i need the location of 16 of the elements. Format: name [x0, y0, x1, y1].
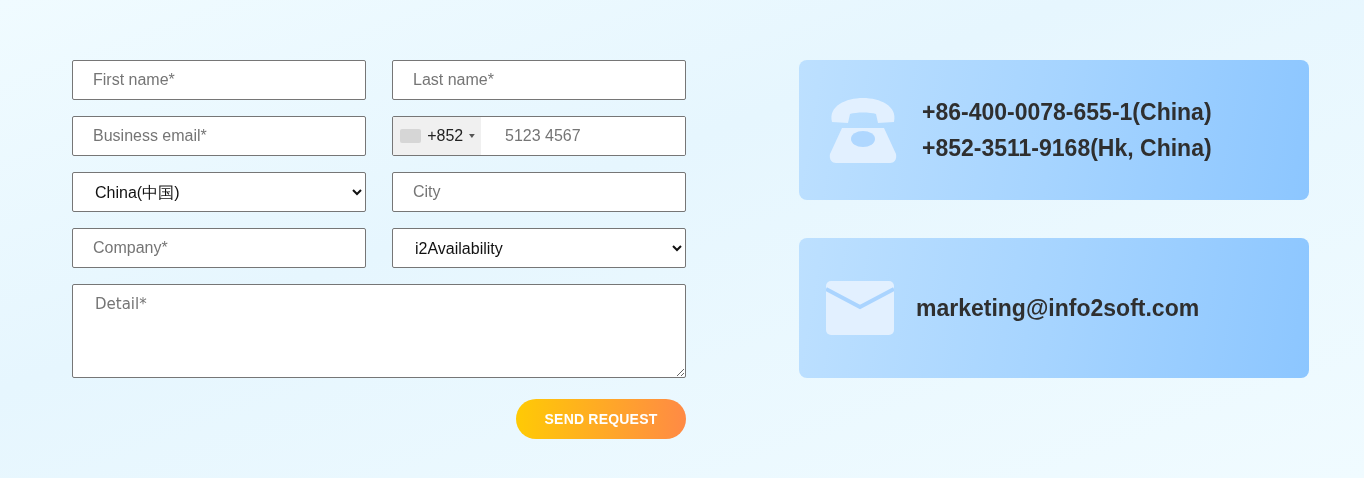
- envelope-icon: [826, 281, 894, 335]
- text-field[interactable]: Last name*: [392, 60, 686, 100]
- country-code-select[interactable]: +852: [393, 117, 481, 155]
- text-field[interactable]: Business email*: [72, 116, 366, 156]
- flag-icon: [400, 129, 422, 143]
- dropdown-field[interactable]: China(中国): [72, 172, 366, 212]
- text-field[interactable]: City: [392, 172, 686, 212]
- text-field[interactable]: Company*: [72, 228, 366, 268]
- detail-field[interactable]: Detail*: [72, 284, 686, 378]
- email-address: marketing@info2soft.com: [916, 294, 1200, 322]
- phone-number: +86-400-0078-655-1(China): [922, 98, 1212, 126]
- phone-field[interactable]: +852 5123 4567: [392, 116, 686, 156]
- caret-icon: [469, 134, 475, 138]
- dropdown-field[interactable]: i2Availability: [392, 228, 686, 268]
- text-field[interactable]: First name*: [72, 60, 366, 100]
- phone-number: +852-3511-9168(Hk, China): [922, 134, 1212, 162]
